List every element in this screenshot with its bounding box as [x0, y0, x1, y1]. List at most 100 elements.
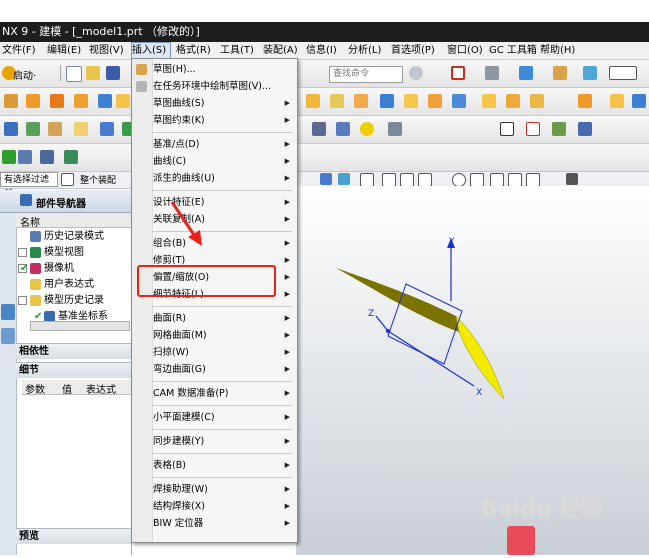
- menu-item-9[interactable]: 首选项(P): [391, 42, 441, 59]
- surface-icon[interactable]: [482, 94, 496, 108]
- endpoint-snap-icon[interactable]: [382, 173, 396, 187]
- menu-item-5[interactable]: 工具(T): [220, 42, 258, 59]
- selection-filter[interactable]: 有选择过滤器: [0, 172, 58, 200]
- midpoint-snap-icon[interactable]: [400, 173, 414, 187]
- menu-item-12[interactable]: 帮助(H): [540, 42, 576, 59]
- menu-item-7[interactable]: 信息(I): [306, 42, 344, 59]
- insert-menu-item[interactable]: BIW 定位器 ▶: [132, 515, 295, 532]
- param-column-header[interactable]: 参数: [25, 381, 45, 396]
- insert-menu-item[interactable]: 组合(B) ▶: [132, 235, 295, 252]
- sketch-icon[interactable]: [4, 94, 18, 108]
- point-on-curve-snap-icon[interactable]: [526, 173, 540, 187]
- menu-item-6[interactable]: 装配(A): [263, 42, 301, 59]
- measure-distance-icon[interactable]: [312, 122, 326, 136]
- pull-face-icon[interactable]: [26, 122, 40, 136]
- resource-tab-icon[interactable]: [1, 304, 15, 320]
- filter-settings-icon[interactable]: [566, 173, 578, 185]
- offset-region-icon[interactable]: [48, 122, 62, 136]
- save-icon[interactable]: [106, 66, 120, 80]
- intersection-snap-icon[interactable]: [508, 173, 522, 187]
- color-swatch-icon[interactable]: [609, 66, 637, 80]
- menu-item-4[interactable]: 格式(R): [176, 42, 214, 59]
- draft-icon[interactable]: [452, 94, 466, 108]
- open-folder-icon[interactable]: [86, 66, 100, 80]
- insert-menu-item[interactable]: 草图曲线(S) ▶: [132, 95, 295, 112]
- cone-icon[interactable]: [116, 94, 130, 108]
- menu-item-0[interactable]: 文件(F): [2, 42, 40, 59]
- arc-center-snap-icon[interactable]: [452, 173, 466, 187]
- insert-menu-item[interactable]: 曲线(C) ▶: [132, 153, 295, 170]
- search-icon[interactable]: [409, 66, 423, 80]
- graphics-window[interactable]: Y X Z Baidu 经验 jingyan.baidu.com: [296, 186, 649, 555]
- existing-point-snap-icon[interactable]: [490, 173, 504, 187]
- insert-menu-item[interactable]: 结构焊接(X) ▶: [132, 498, 295, 515]
- insert-menu-item[interactable]: 网格曲面(M) ▶: [132, 327, 295, 344]
- insert-menu-item[interactable]: 设计特征(E) ▶: [132, 194, 295, 211]
- table-icon[interactable]: [526, 122, 540, 136]
- measure-body-icon[interactable]: [336, 122, 350, 136]
- offset-face-icon[interactable]: [354, 94, 368, 108]
- insert-menu-item[interactable]: 焊接助理(W) ▶: [132, 481, 295, 498]
- shell-icon[interactable]: [428, 94, 442, 108]
- insert-menu-item[interactable]: 派生的曲线(U) ▶: [132, 170, 295, 187]
- expand-icon[interactable]: [18, 248, 27, 257]
- menu-item-2[interactable]: 视图(V): [89, 42, 125, 59]
- menu-item-3[interactable]: 插入(S): [131, 42, 171, 59]
- command-search-input[interactable]: 查找命令: [329, 66, 403, 83]
- replace-face-icon[interactable]: [74, 122, 88, 136]
- start-button[interactable]: 启动·: [13, 67, 36, 82]
- insert-menu-item[interactable]: 弯边曲面(G) ▶: [132, 361, 295, 378]
- move-face-icon[interactable]: [4, 122, 18, 136]
- insert-menu-item[interactable]: 在任务环境中绘制草图(V)...: [132, 78, 295, 95]
- pattern-icon[interactable]: [578, 122, 592, 136]
- surface-light-part[interactable]: [455, 315, 505, 400]
- boolean-icon[interactable]: [306, 94, 320, 108]
- extrude-icon[interactable]: [26, 94, 40, 108]
- details-section[interactable]: 细节: [16, 362, 131, 378]
- insert-menu-item[interactable]: 关联复制(A) ▶: [132, 211, 295, 228]
- assembly-icon[interactable]: [18, 150, 32, 164]
- tree-node[interactable]: 模型历史记录: [16, 293, 131, 308]
- grid-icon[interactable]: [552, 122, 566, 136]
- insert-menu-item[interactable]: CAM 数据准备(P) ▶: [132, 385, 295, 402]
- chevron-down-icon[interactable]: [61, 173, 74, 186]
- wcs-icon[interactable]: [553, 66, 567, 80]
- expression-column-header[interactable]: 表达式: [86, 381, 116, 396]
- analysis-icon[interactable]: [388, 122, 402, 136]
- layer-icon[interactable]: [583, 66, 597, 80]
- insert-menu-item[interactable]: 同步建模(Y) ▶: [132, 433, 295, 450]
- assembly-scope[interactable]: 整个装配: [80, 173, 116, 186]
- menu-item-11[interactable]: GC 工具箱: [489, 42, 537, 59]
- tree-node[interactable]: 用户表达式: [16, 277, 131, 292]
- point-snap-icon[interactable]: [360, 173, 374, 187]
- revolve-icon[interactable]: [50, 94, 64, 108]
- tree-node[interactable]: ✔ 摄像机: [16, 261, 131, 276]
- n-sided-icon[interactable]: [610, 94, 624, 108]
- quadrant-snap-icon[interactable]: [470, 173, 484, 187]
- blend-icon[interactable]: [380, 94, 394, 108]
- check-geometry-icon[interactable]: [360, 122, 374, 136]
- resource-tab-2-icon[interactable]: [1, 328, 15, 344]
- dependency-section[interactable]: 相依性: [16, 343, 131, 359]
- check-icon[interactable]: [2, 150, 16, 164]
- snap-icon[interactable]: [320, 173, 332, 185]
- value-column-header[interactable]: 值: [62, 381, 72, 396]
- insert-menu-item[interactable]: 表格(B) ▶: [132, 457, 295, 474]
- insert-menu-item[interactable]: 曲面(R) ▶: [132, 310, 295, 327]
- fit-view-icon[interactable]: [451, 66, 465, 80]
- view-orient-icon[interactable]: [519, 66, 533, 80]
- extension-icon[interactable]: [632, 94, 646, 108]
- tree-node[interactable]: 模型视图: [16, 245, 131, 260]
- render-style-icon[interactable]: [485, 66, 499, 80]
- insert-menu-item[interactable]: 草图(H)...: [132, 61, 295, 78]
- cylinder-icon[interactable]: [98, 94, 112, 108]
- csys-icon[interactable]: [64, 150, 78, 164]
- new-file-icon[interactable]: [66, 66, 82, 82]
- insert-menu-item[interactable]: 小平面建模(C) ▶: [132, 409, 295, 426]
- origin-point[interactable]: [386, 329, 390, 333]
- name-column-header[interactable]: 名称: [20, 214, 40, 229]
- insert-menu-item[interactable]: 扫掠(W) ▶: [132, 344, 295, 361]
- navigator-scrollbar[interactable]: [30, 321, 130, 331]
- tree-node[interactable]: 历史记录模式: [16, 229, 131, 244]
- block-icon[interactable]: [74, 94, 88, 108]
